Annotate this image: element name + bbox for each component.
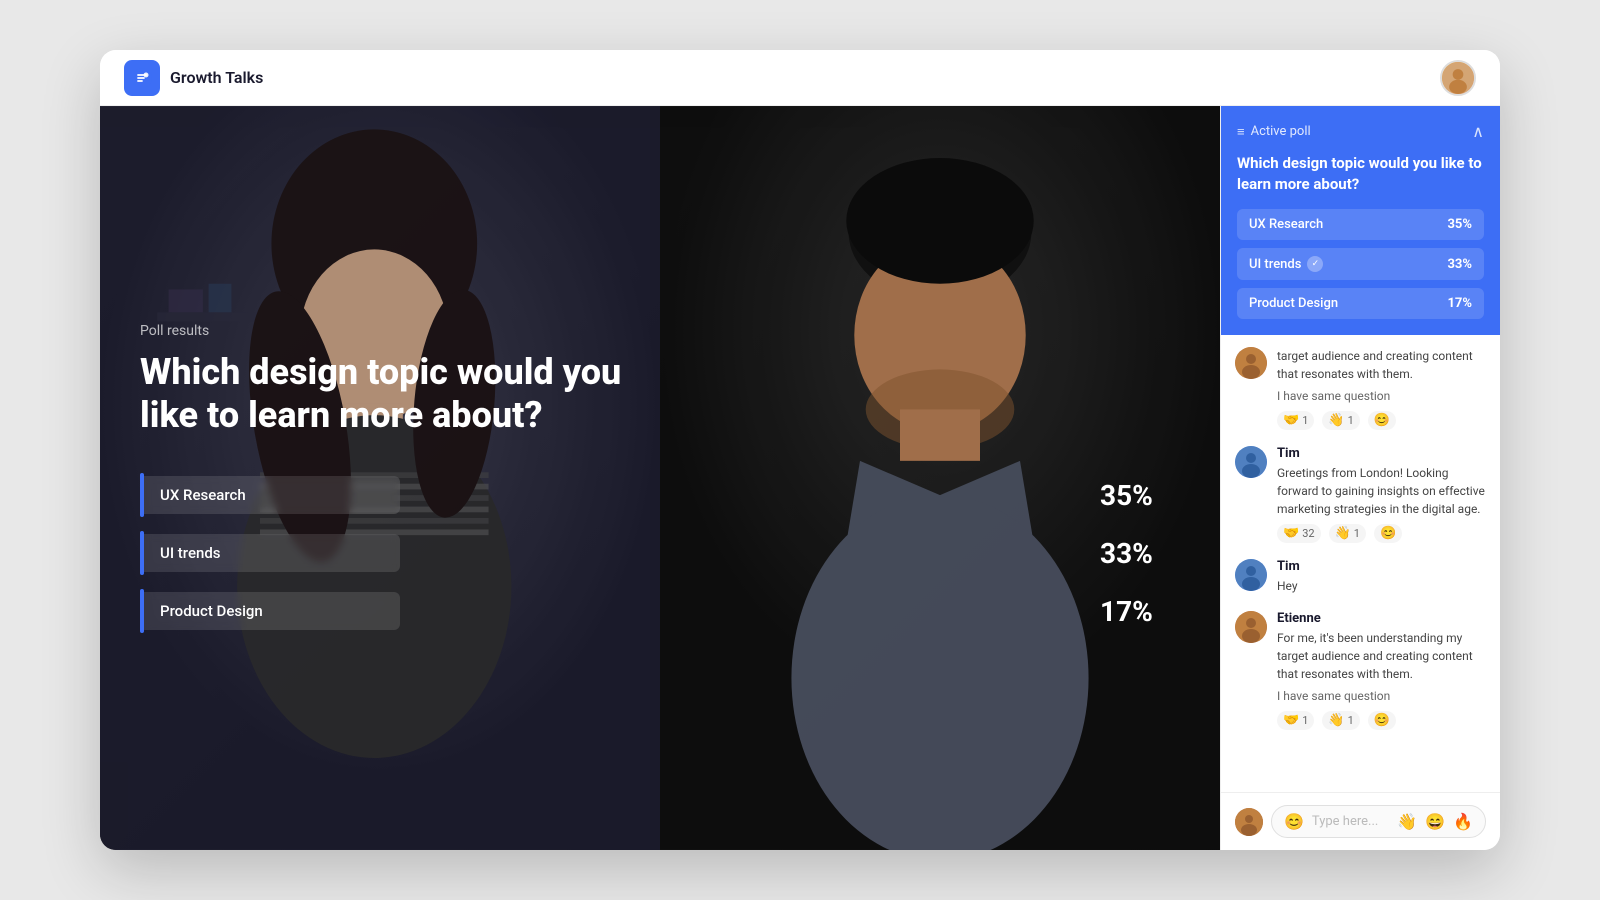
chat-name-2: Tim [1277, 559, 1486, 574]
smiley-icon[interactable]: 😊 [1284, 812, 1304, 831]
video-area: Poll results Which design topic would yo… [100, 106, 1220, 850]
chat-area: target audience and creating content tha… [1221, 335, 1500, 792]
chat-text-1: Greetings from London! Looking forward t… [1277, 464, 1486, 518]
chat-reactions-1: 🤝32 👋1 😊 [1277, 524, 1486, 543]
check-circle-icon: ✓ [1307, 256, 1323, 272]
reaction-0-1[interactable]: 👋1 [1322, 411, 1359, 430]
sidebar-poll-option-2[interactable]: UI trends ✓ 33% [1237, 248, 1484, 280]
chat-reactions-0: 🤝1 👋1 😊 [1277, 411, 1486, 430]
chat-input-placeholder: Type here... [1312, 814, 1389, 829]
poll-sidebar-options: UX Research 35% UI trends ✓ 33% Product … [1237, 209, 1484, 319]
sidebar-poll-label-1: UX Research [1249, 217, 1323, 232]
poll-option-pct-3: 17% [1100, 595, 1180, 628]
reaction-0-2[interactable]: 😊 [1368, 411, 1396, 430]
poll-options: UX Research 35% UI trends 33% [140, 473, 1180, 633]
chat-message-3: Etienne For me, it's been understanding … [1235, 611, 1486, 730]
poll-option-pct-1: 35% [1100, 479, 1180, 512]
poll-option-label-2: UI trends [144, 534, 400, 572]
chat-text-2: Hey [1277, 577, 1486, 595]
chat-content-1: Tim Greetings from London! Looking forwa… [1277, 446, 1486, 543]
sidebar-poll-pct-1: 35% [1447, 217, 1472, 232]
app-title: Growth Talks [170, 68, 263, 87]
poll-results-label: Poll results [140, 323, 1180, 339]
sidebar-poll-option-1[interactable]: UX Research 35% [1237, 209, 1484, 240]
sidebar-poll-pct-3: 17% [1447, 296, 1472, 311]
fire-icon[interactable]: 🔥 [1453, 812, 1473, 831]
header: Growth Talks [100, 50, 1500, 106]
chat-input-avatar [1235, 808, 1263, 836]
avatar-etienne-0 [1235, 347, 1267, 379]
chat-content-3: Etienne For me, it's been understanding … [1277, 611, 1486, 730]
active-poll-label: ≡ Active poll [1237, 124, 1311, 140]
poll-option-pct-2: 33% [1100, 537, 1180, 570]
active-poll-title: Which design topic would you like to lea… [1237, 153, 1484, 195]
poll-question: Which design topic would you like to lea… [140, 351, 640, 437]
avatar-tim-2 [1235, 559, 1267, 591]
reaction-1-2[interactable]: 😊 [1374, 524, 1402, 543]
user-avatar[interactable] [1440, 60, 1476, 96]
sidebar-poll-option-3[interactable]: Product Design 17% [1237, 288, 1484, 319]
logo-icon [124, 60, 160, 96]
reaction-0-0[interactable]: 🤝1 [1277, 411, 1314, 430]
chat-reactions-3: 🤝1 👋1 😊 [1277, 711, 1486, 730]
poll-option-2: UI trends 33% [140, 531, 1180, 575]
reaction-3-1[interactable]: 👋1 [1322, 711, 1359, 730]
chat-text-3: For me, it's been understanding my targe… [1277, 629, 1486, 683]
chat-message-1: Tim Greetings from London! Looking forwa… [1235, 446, 1486, 543]
chat-input-box[interactable]: 😊 Type here... 👋 😄 🔥 [1271, 805, 1486, 838]
header-left: Growth Talks [124, 60, 263, 96]
main-content: Poll results Which design topic would yo… [100, 106, 1500, 850]
reaction-3-0[interactable]: 🤝1 [1277, 711, 1314, 730]
active-poll-panel: ≡ Active poll ∧ Which design topic would… [1221, 106, 1500, 335]
chat-content-2: Tim Hey [1277, 559, 1486, 595]
poll-option-1: UX Research 35% [140, 473, 1180, 517]
chat-subtext-0: I have same question [1277, 387, 1486, 405]
poll-option-label-3: Product Design [144, 592, 400, 630]
active-poll-header: ≡ Active poll ∧ [1237, 122, 1484, 141]
chat-subtext-3: I have same question [1277, 687, 1486, 705]
chat-message-2: Tim Hey [1235, 559, 1486, 595]
sidebar-poll-pct-2: 33% [1447, 257, 1472, 272]
poll-bar-icon: ≡ [1237, 124, 1245, 140]
app-window: Growth Talks [100, 50, 1500, 850]
chat-message-0: target audience and creating content tha… [1235, 347, 1486, 430]
chat-input-area: 😊 Type here... 👋 😄 🔥 [1221, 792, 1500, 850]
avatar-etienne-3 [1235, 611, 1267, 643]
poll-overlay: Poll results Which design topic would yo… [100, 106, 1220, 850]
sidebar-poll-label-3: Product Design [1249, 296, 1338, 311]
chat-content-0: target audience and creating content tha… [1277, 347, 1486, 430]
sidebar: ≡ Active poll ∧ Which design topic would… [1220, 106, 1500, 850]
laugh-icon[interactable]: 😄 [1425, 812, 1445, 831]
minimize-icon[interactable]: ∧ [1472, 122, 1484, 141]
sidebar-poll-label-2: UI trends ✓ [1249, 256, 1323, 272]
reaction-3-2[interactable]: 😊 [1368, 711, 1396, 730]
reaction-1-0[interactable]: 🤝32 [1277, 524, 1321, 543]
chat-text-0: target audience and creating content tha… [1277, 347, 1486, 383]
chat-name-1: Tim [1277, 446, 1486, 461]
wave-icon[interactable]: 👋 [1397, 812, 1417, 831]
avatar-tim-1 [1235, 446, 1267, 478]
poll-option-3: Product Design 17% [140, 589, 1180, 633]
reaction-1-1[interactable]: 👋1 [1329, 524, 1366, 543]
poll-option-label-1: UX Research [144, 476, 400, 514]
chat-name-3: Etienne [1277, 611, 1486, 626]
